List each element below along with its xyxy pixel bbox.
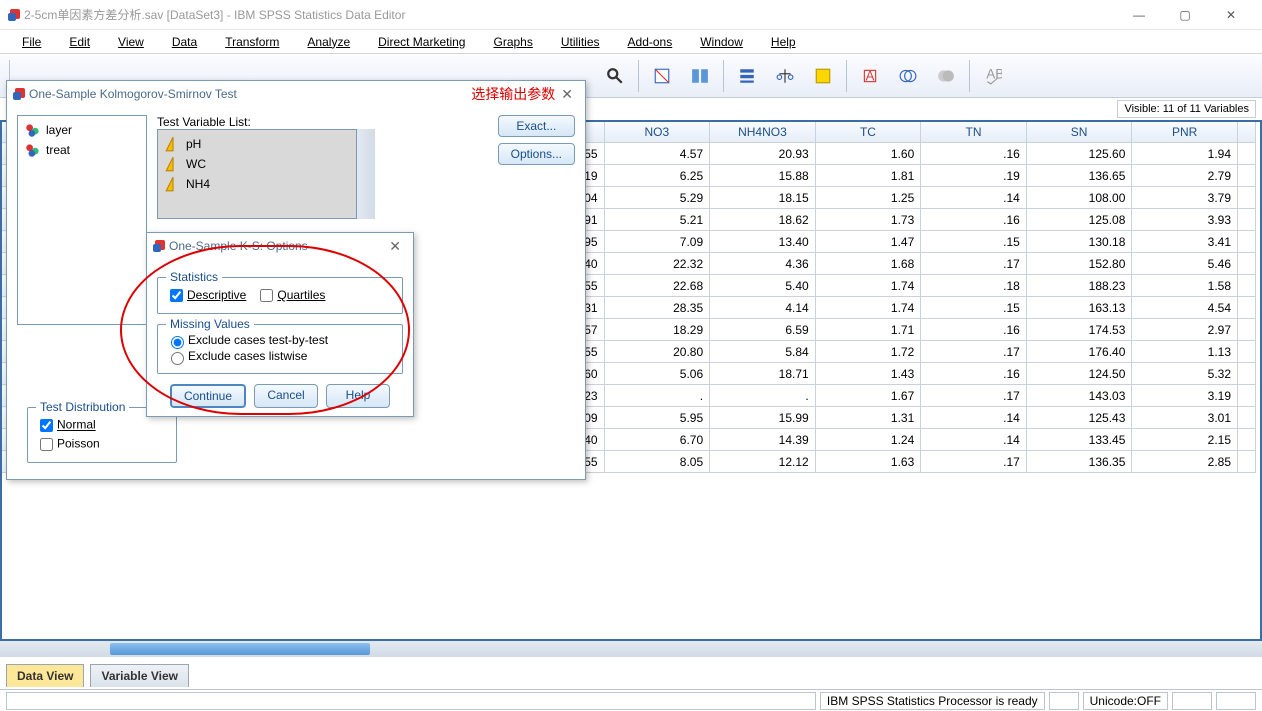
menu-direct-marketing[interactable]: Direct Marketing — [364, 32, 479, 52]
options-close-icon[interactable]: ✕ — [383, 238, 407, 255]
status-processor: IBM SPSS Statistics Processor is ready — [820, 692, 1045, 710]
venn-icon[interactable] — [890, 58, 926, 94]
menu-window[interactable]: Window — [686, 32, 757, 52]
weight-icon[interactable] — [682, 58, 718, 94]
col-nh4no3: NH4NO3 — [710, 121, 816, 143]
svg-text:A: A — [865, 68, 874, 83]
balance-icon[interactable] — [767, 58, 803, 94]
visible-vars-label: Visible: 11 of 11 Variables — [1117, 100, 1256, 118]
sets-icon[interactable]: A — [852, 58, 888, 94]
close-window-button[interactable]: ✕ — [1208, 0, 1254, 30]
menu-addons[interactable]: Add-ons — [614, 32, 687, 52]
menu-transform[interactable]: Transform — [211, 32, 293, 52]
normal-checkbox[interactable] — [40, 419, 53, 432]
col-no3: NO3 — [604, 121, 710, 143]
statusbar: IBM SPSS Statistics Processor is ready U… — [0, 689, 1262, 711]
missing-values-group: Missing Values Exclude cases test-by-tes… — [157, 324, 403, 374]
menu-utilities[interactable]: Utilities — [547, 32, 614, 52]
ks-dialog-title: One-Sample Kolmogorov-Smirnov Test — [29, 87, 471, 101]
descriptive-option[interactable]: Descriptive — [166, 288, 246, 302]
help-button[interactable]: Help — [326, 384, 390, 408]
test-var-nh4: NH4 — [162, 174, 352, 194]
src-var-treat: treat — [22, 140, 142, 160]
continue-button[interactable]: Continue — [170, 384, 246, 408]
red-annotation: 选择输出参数 — [471, 84, 555, 104]
test-var-ph: pH — [162, 134, 352, 154]
tab-variable-view[interactable]: Variable View — [90, 664, 189, 687]
source-var-list[interactable]: layer treat — [17, 115, 147, 325]
spellcheck-icon: ABC — [975, 58, 1011, 94]
exclude-lw-option[interactable]: Exclude cases listwise — [166, 349, 307, 363]
poisson-checkbox[interactable] — [40, 438, 53, 451]
spss-dlg-icon-2 — [153, 238, 169, 254]
options-button[interactable]: Options... — [498, 143, 575, 165]
find-icon[interactable] — [597, 58, 633, 94]
statistics-group: Statistics Descriptive Quartiles — [157, 277, 403, 314]
menu-edit[interactable]: Edit — [55, 32, 104, 52]
menu-data[interactable]: Data — [158, 32, 211, 52]
menu-analyze[interactable]: Analyze — [293, 32, 364, 52]
spss-app-icon — [8, 7, 24, 23]
exact-button[interactable]: Exact... — [498, 115, 575, 137]
value-labels-icon[interactable] — [805, 58, 841, 94]
maximize-button[interactable]: ▢ — [1162, 0, 1208, 30]
test-var-label: Test Variable List: — [157, 115, 488, 129]
test-var-wc: WC — [162, 154, 352, 174]
menu-view[interactable]: View — [104, 32, 158, 52]
view-tabs: Data View Variable View — [6, 664, 189, 687]
quartiles-checkbox[interactable] — [260, 289, 273, 302]
test-var-list[interactable]: pH WC NH4 — [157, 129, 357, 219]
svg-text:ABC: ABC — [986, 67, 1002, 81]
menu-graphs[interactable]: Graphs — [479, 32, 546, 52]
status-unicode: Unicode:OFF — [1083, 692, 1168, 710]
col-pnr: PNR — [1132, 121, 1238, 143]
menu-help[interactable]: Help — [757, 32, 810, 52]
col-sn: SN — [1026, 121, 1132, 143]
options-dialog-title: One-Sample K-S: Options — [169, 239, 383, 253]
window-controls: — ▢ ✕ — [1116, 0, 1254, 30]
descriptive-checkbox[interactable] — [170, 289, 183, 302]
variables-icon[interactable] — [729, 58, 765, 94]
cancel-button[interactable]: Cancel — [254, 384, 318, 408]
tab-data-view[interactable]: Data View — [6, 664, 84, 687]
titlebar: 2-5cm单因素方差分析.sav [DataSet3] - IBM SPSS S… — [0, 0, 1262, 30]
venn-grey-icon — [928, 58, 964, 94]
exclude-tbt-radio[interactable] — [171, 336, 184, 349]
quartiles-option[interactable]: Quartiles — [256, 288, 325, 302]
ks-options-dialog: One-Sample K-S: Options ✕ Statistics Des… — [146, 232, 414, 417]
select-cases-icon[interactable] — [644, 58, 680, 94]
menubar: File Edit View Data Transform Analyze Di… — [0, 30, 1262, 54]
spss-dlg-icon — [13, 86, 29, 102]
col-tc: TC — [815, 121, 921, 143]
src-var-layer: layer — [22, 120, 142, 140]
minimize-button[interactable]: — — [1116, 0, 1162, 30]
ks-close-icon[interactable]: ✕ — [555, 86, 579, 103]
exclude-lw-radio[interactable] — [171, 352, 184, 365]
window-title: 2-5cm单因素方差分析.sav [DataSet3] - IBM SPSS S… — [24, 6, 1116, 23]
horizontal-scrollbar[interactable] — [0, 641, 1262, 657]
exclude-tbt-option[interactable]: Exclude cases test-by-test — [166, 333, 328, 347]
menu-file[interactable]: File — [8, 32, 55, 52]
col-tn: TN — [921, 121, 1027, 143]
